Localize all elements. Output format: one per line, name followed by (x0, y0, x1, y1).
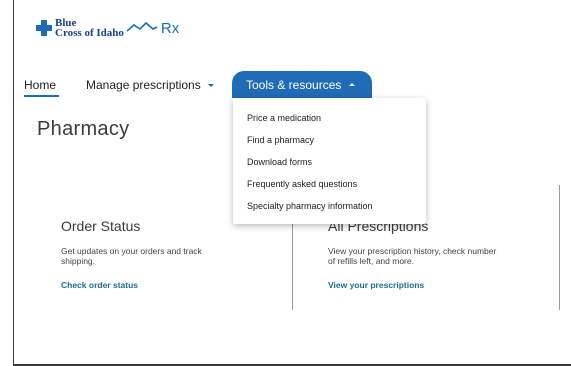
card-desc-order-status: Get updates on your orders and track shi… (61, 246, 202, 266)
rx-label: Rx (160, 19, 180, 37)
cross-icon (36, 20, 52, 36)
chevron-up-icon (349, 83, 356, 86)
logo-text: Blue Cross of Idaho (55, 18, 124, 39)
card-divider-right (559, 185, 560, 310)
card-desc-all-prescriptions: View your prescription history, check nu… (328, 246, 497, 266)
nav-manage-prescriptions[interactable]: Manage prescriptions (86, 78, 214, 92)
nav-manage-label: Manage prescriptions (86, 78, 201, 92)
nav-home-underline (24, 95, 59, 97)
menu-item-faq[interactable]: Frequently asked questions (247, 179, 357, 189)
card-title-order-status: Order Status (61, 218, 141, 234)
nav-tools-label: Tools & resources (246, 77, 342, 92)
tools-dropdown-menu: Price a medication Find a pharmacy Downl… (233, 98, 426, 224)
menu-item-price-medication[interactable]: Price a medication (247, 113, 321, 123)
nav-home[interactable]: Home (24, 78, 56, 92)
blue-cross-idaho-logo[interactable]: Blue Cross of Idaho Rx (36, 16, 179, 40)
page-title: Pharmacy (37, 118, 130, 140)
nav-tools-resources[interactable]: Tools & resources (232, 71, 372, 98)
wave-icon (126, 21, 158, 32)
menu-item-download-forms[interactable]: Download forms (247, 157, 312, 167)
logo-line-2: Cross of Idaho (55, 27, 124, 39)
check-order-status-link[interactable]: Check order status (61, 280, 138, 290)
chevron-down-icon (207, 83, 214, 87)
view-prescriptions-link[interactable]: View your prescriptions (328, 280, 424, 290)
menu-item-find-pharmacy[interactable]: Find a pharmacy (247, 135, 314, 145)
menu-item-specialty-pharmacy[interactable]: Specialty pharmacy information (247, 201, 373, 211)
window-border-left (13, 0, 14, 366)
card-divider (292, 210, 293, 310)
